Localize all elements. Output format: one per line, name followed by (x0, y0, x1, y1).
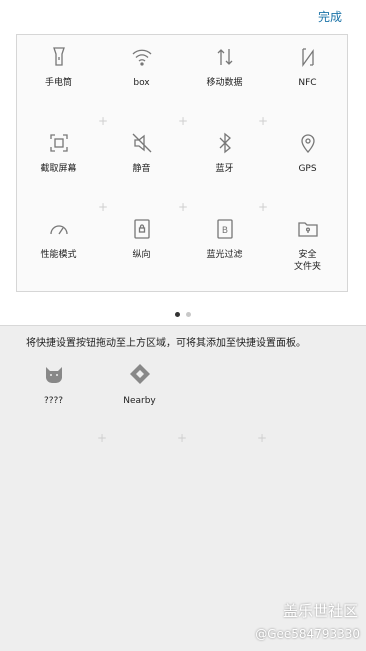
performance-gauge-icon (49, 225, 68, 235)
tray-item-unknown[interactable]: ???? (12, 362, 95, 406)
tray-item-nearby[interactable]: Nearby (98, 362, 181, 406)
empty-slot-plus: + (178, 114, 189, 128)
tile-label: 性能模式 (40, 250, 77, 260)
empty-slot-plus: + (98, 114, 109, 128)
tile-label: 手电筒 (44, 78, 72, 88)
tile-label: 截取屏幕 (40, 164, 77, 174)
tile-label: 纵向 (132, 250, 151, 260)
tile-secure-folder[interactable]: 安全 文件夹 (266, 207, 349, 293)
tile-label: box (133, 78, 150, 88)
empty-slot-plus: + (257, 431, 268, 445)
tile-label: 安全 文件夹 (293, 250, 321, 272)
done-button[interactable]: 完成 (318, 8, 342, 25)
tile-label: 移动数据 (206, 78, 243, 88)
tile-label: 静音 (132, 164, 151, 174)
tile-flashlight[interactable]: 手电筒 (17, 35, 100, 121)
watermark-community: 盖乐世社区 (282, 602, 358, 620)
location-icon (300, 134, 315, 153)
tile-label: 蓝牙 (215, 164, 234, 174)
tile-gps[interactable]: GPS (266, 121, 349, 207)
bluetooth-icon (219, 132, 231, 154)
page-dot (186, 312, 191, 317)
tile-mute[interactable]: 静音 (100, 121, 183, 207)
tile-label: NFC (298, 78, 317, 88)
secure-folder-icon (297, 222, 318, 237)
empty-slot-plus: + (258, 114, 269, 128)
quick-settings-panel: 手电筒 box 移动数据 NFC 截取屏幕 静音 蓝牙 GPS 性能模式 纵向 … (16, 34, 348, 292)
svg-text:B: B (221, 226, 227, 236)
tile-nfc[interactable]: NFC (266, 35, 349, 121)
flashlight-icon (52, 47, 65, 66)
empty-slot-plus: + (258, 200, 269, 214)
empty-slot-plus: + (177, 431, 188, 445)
tray-item-label: Nearby (123, 396, 156, 406)
nearby-diamond-icon (129, 364, 150, 384)
cat-face-icon (45, 367, 62, 384)
screenshot-icon (49, 134, 68, 152)
nfc-icon (301, 48, 314, 68)
empty-slot-plus: + (98, 200, 109, 214)
empty-slot-plus: + (178, 200, 189, 214)
mobile-data-icon (217, 49, 232, 65)
tile-label: GPS (298, 164, 317, 174)
tile-bluetooth[interactable]: 蓝牙 (183, 121, 266, 207)
empty-slot-plus: + (97, 431, 108, 445)
wifi-icon (132, 49, 151, 66)
mute-icon (132, 133, 151, 153)
tile-screenshot[interactable]: 截取屏幕 (17, 121, 100, 207)
drag-hint-text: 将快捷设置按钮拖动至上方区域，可将其添加至快捷设置面板。 (26, 338, 306, 349)
available-buttons-tray: 将快捷设置按钮拖动至上方区域，可将其添加至快捷设置面板。 ???? Nearby… (0, 325, 366, 651)
tile-performance-mode[interactable]: 性能模式 (17, 207, 100, 293)
blue-light-filter-icon: B (216, 219, 233, 239)
tray-item-label: ???? (43, 396, 64, 406)
tile-mobile-data[interactable]: 移动数据 (183, 35, 266, 121)
tile-label: 蓝光过滤 (206, 250, 243, 260)
tile-blue-light-filter[interactable]: B 蓝光过滤 (183, 207, 266, 293)
tile-portrait[interactable]: 纵向 (100, 207, 183, 293)
tile-wifi[interactable]: box (100, 35, 183, 121)
page-dot-active (175, 312, 180, 317)
page-indicator (0, 312, 366, 317)
portrait-lock-icon (133, 219, 150, 239)
watermark-user: @Gee584793330 (255, 627, 360, 641)
